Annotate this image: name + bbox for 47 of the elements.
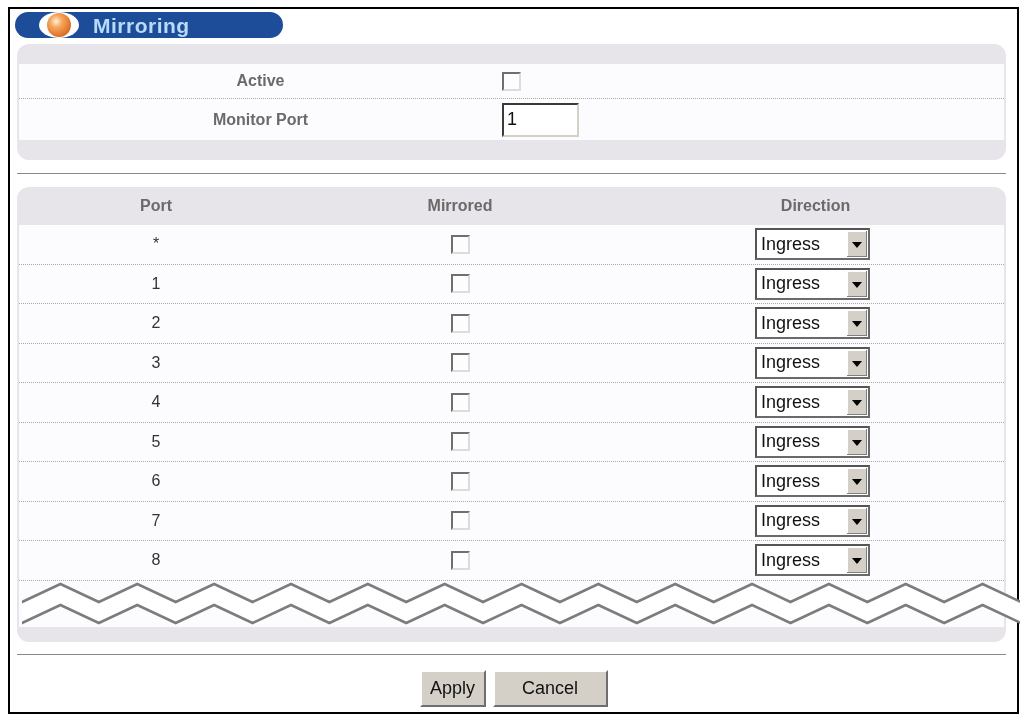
- direction-select[interactable]: Ingress: [755, 267, 870, 300]
- port-number: 8: [151, 550, 161, 571]
- dropdown-arrow-icon: [847, 547, 867, 574]
- apply-button[interactable]: Apply: [419, 669, 486, 707]
- port-number: 7: [151, 510, 161, 531]
- mirrored-checkbox[interactable]: [450, 234, 470, 254]
- dropdown-arrow-icon: [847, 468, 867, 495]
- column-header: Port: [140, 196, 172, 216]
- dropdown-arrow-icon: [847, 270, 867, 297]
- dropdown-arrow-icon: [847, 389, 867, 416]
- active-checkbox[interactable]: [502, 71, 521, 91]
- direction-select[interactable]: Ingress: [755, 346, 870, 379]
- direction-select[interactable]: Ingress: [755, 307, 870, 340]
- active-label: Active: [236, 71, 285, 91]
- port-number: 2: [151, 313, 161, 334]
- sphere-icon: [39, 12, 79, 38]
- port-number: *: [152, 234, 160, 255]
- port-number: 6: [151, 471, 161, 492]
- port-number: 1: [151, 273, 161, 294]
- section-title: Mirroring: [93, 14, 190, 36]
- direction-select[interactable]: Ingress: [755, 544, 870, 577]
- direction-select[interactable]: Ingress: [755, 465, 870, 498]
- mirrored-checkbox[interactable]: [450, 274, 470, 294]
- direction-select[interactable]: Ingress: [755, 504, 870, 537]
- mirrored-checkbox[interactable]: [450, 353, 470, 373]
- monitor-port-input[interactable]: 1: [502, 102, 579, 137]
- port-number: 5: [151, 431, 161, 452]
- direction-select[interactable]: Ingress: [755, 386, 870, 419]
- cancel-button[interactable]: Cancel: [492, 669, 608, 707]
- dropdown-arrow-icon: [847, 231, 867, 258]
- column-header: Direction: [780, 196, 851, 216]
- dropdown-arrow-icon: [847, 428, 867, 455]
- direction-select[interactable]: Ingress: [755, 228, 870, 261]
- port-number: 3: [151, 352, 161, 373]
- column-header: Mirrored: [427, 196, 493, 216]
- dropdown-arrow-icon: [847, 349, 867, 376]
- dropdown-arrow-icon: [847, 507, 867, 534]
- mirrored-checkbox[interactable]: [450, 550, 470, 570]
- dropdown-arrow-icon: [847, 310, 867, 337]
- direction-select[interactable]: Ingress: [755, 425, 870, 458]
- mirrored-checkbox[interactable]: [450, 471, 470, 491]
- mirrored-checkbox[interactable]: [450, 313, 470, 333]
- mirrored-checkbox[interactable]: [450, 392, 470, 412]
- port-number: 4: [151, 392, 161, 413]
- monitor-port-label: Monitor Port: [212, 109, 309, 130]
- mirrored-checkbox[interactable]: [450, 511, 470, 531]
- mirrored-checkbox[interactable]: [450, 432, 470, 452]
